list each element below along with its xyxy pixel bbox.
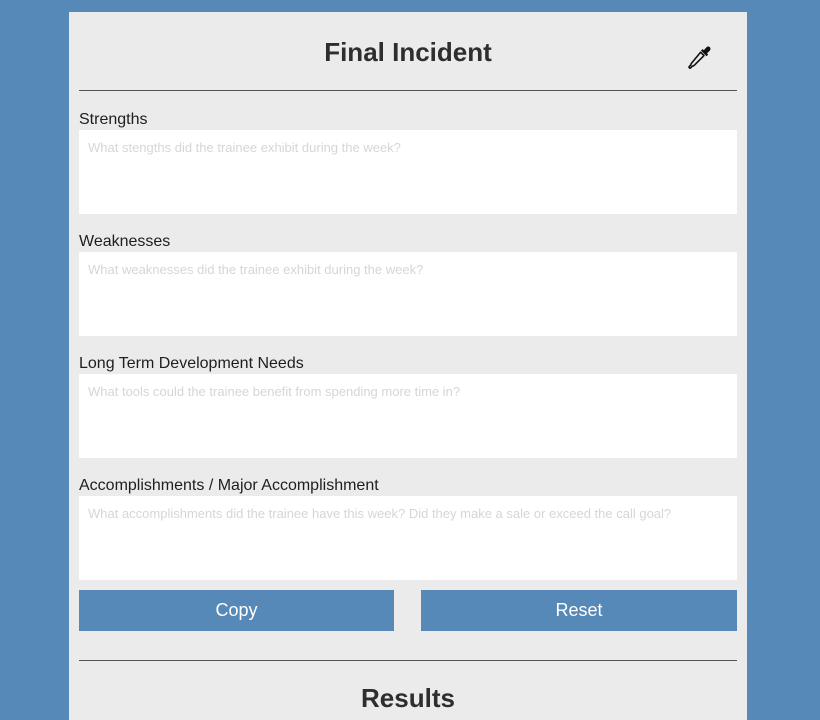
accomplishments-input[interactable] xyxy=(79,496,737,580)
results-divider xyxy=(79,660,737,661)
accomplishments-label: Accomplishments / Major Accomplishment xyxy=(79,477,379,494)
weaknesses-label: Weaknesses xyxy=(79,233,171,250)
development-needs-input[interactable] xyxy=(79,374,737,458)
eyedropper-icon[interactable] xyxy=(686,44,712,70)
development-needs-label: Long Term Development Needs xyxy=(79,355,304,372)
strengths-label: Strengths xyxy=(79,111,148,128)
strengths-input[interactable] xyxy=(79,130,737,214)
reset-button[interactable]: Reset xyxy=(421,590,737,631)
incident-form-card: Final Incident Strengths Weaknesses Long… xyxy=(69,12,747,720)
copy-button[interactable]: Copy xyxy=(79,590,394,631)
page-title: Final Incident xyxy=(324,37,492,67)
weaknesses-input[interactable] xyxy=(79,252,737,336)
results-title: Results xyxy=(361,683,455,713)
form-header: Final Incident xyxy=(79,12,737,91)
